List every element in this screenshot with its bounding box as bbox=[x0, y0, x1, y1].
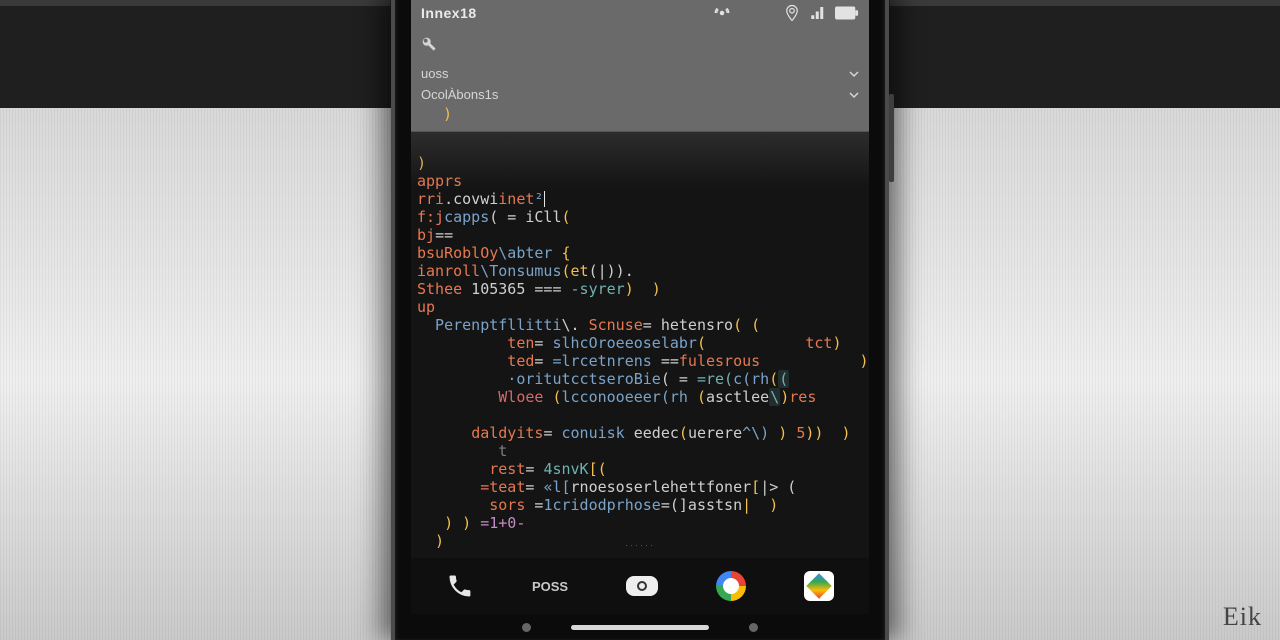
code-editor[interactable]: ) apprs rri.covwiinet² f:jcapps( = iCll(… bbox=[411, 132, 869, 558]
location-icon bbox=[783, 4, 801, 22]
phone-screen: Innex18 uoss OcolÀbons1s ) ) apprs bbox=[411, 0, 869, 614]
dock: ······ POSS bbox=[411, 558, 869, 614]
phone-frame: Innex18 uoss OcolÀbons1s ) ) apprs bbox=[391, 0, 889, 640]
status-bar[interactable]: Innex18 bbox=[411, 0, 869, 30]
phone-app[interactable] bbox=[446, 572, 474, 600]
notification-row-1[interactable]: uoss bbox=[421, 63, 859, 84]
home-pill[interactable] bbox=[571, 625, 709, 630]
poss-label[interactable]: POSS bbox=[532, 579, 568, 594]
broadcast-icon bbox=[713, 4, 731, 22]
signal-icon bbox=[807, 4, 829, 22]
photos-icon bbox=[804, 571, 834, 601]
text-caret bbox=[544, 191, 545, 207]
phone-icon bbox=[446, 572, 474, 600]
chevron-down-icon bbox=[849, 69, 859, 79]
camera-icon bbox=[626, 576, 658, 596]
chrome-app[interactable] bbox=[716, 571, 746, 601]
nav-recent-dot[interactable] bbox=[749, 623, 758, 632]
nav-back-dot[interactable] bbox=[522, 623, 531, 632]
battery-icon bbox=[835, 6, 859, 20]
carrier-label: Innex18 bbox=[421, 5, 477, 21]
notification-panel[interactable]: uoss OcolÀbons1s ) bbox=[411, 30, 869, 132]
tool-icon[interactable] bbox=[421, 36, 859, 57]
chevron-down-icon bbox=[849, 90, 859, 100]
photos-app[interactable] bbox=[804, 571, 834, 601]
chrome-icon bbox=[716, 571, 746, 601]
watermark: Eik bbox=[1223, 602, 1262, 632]
notification-label: uoss bbox=[421, 66, 448, 81]
power-button[interactable] bbox=[889, 94, 894, 182]
gesture-bar[interactable] bbox=[522, 623, 758, 632]
dock-stamp: ······ bbox=[625, 540, 655, 550]
code-line: ) bbox=[421, 105, 859, 123]
notification-label: OcolÀbons1s bbox=[421, 87, 498, 102]
camera-app[interactable] bbox=[626, 576, 658, 596]
notification-row-2[interactable]: OcolÀbons1s bbox=[421, 84, 859, 105]
